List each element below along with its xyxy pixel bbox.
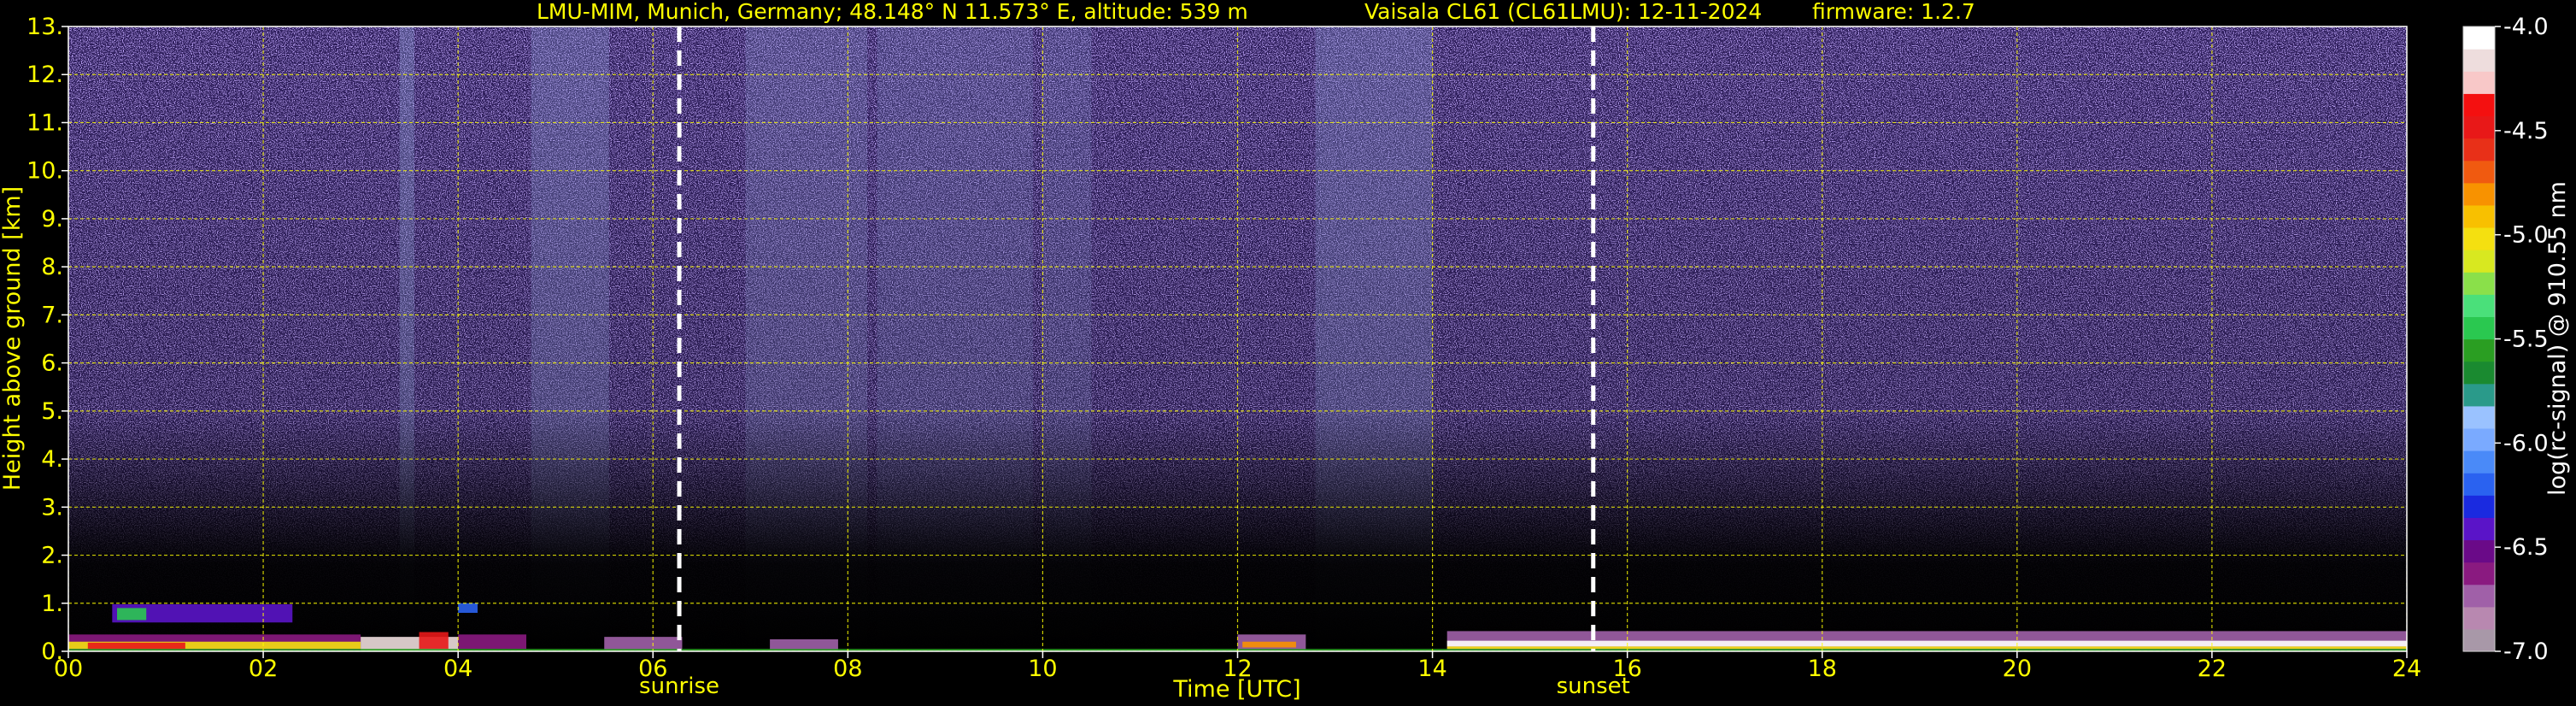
cloud-layer — [458, 603, 478, 614]
cloud-layer — [419, 632, 449, 650]
colorbar-segment — [2463, 160, 2495, 184]
colorbar-segment — [2463, 584, 2495, 608]
y-tick-label: 12. — [26, 62, 63, 88]
colorbar-tick-label: -4.0 — [2503, 14, 2549, 40]
colorbar-segment — [2463, 606, 2495, 630]
y-tick-label: 6. — [41, 350, 63, 377]
colorbar-segment — [2463, 316, 2495, 340]
colorbar-segment — [2463, 182, 2495, 206]
x-tick-label: 18 — [1808, 656, 1837, 682]
ceilometer-figure: LMU-MIM, Munich, Germany; 48.148° N 11.5… — [0, 0, 2571, 703]
colorbar-segment — [2463, 115, 2495, 139]
colorbar-segment — [2463, 628, 2495, 652]
colorbar-segment — [2463, 250, 2495, 273]
x-tick-label: 10 — [1028, 656, 1057, 682]
y-tick-label: 2. — [41, 543, 63, 569]
y-tick-label: 1. — [41, 591, 63, 617]
y-tick-label: 3. — [41, 494, 63, 521]
x-tick-label: 04 — [443, 656, 472, 682]
y-tick-label: 11. — [26, 109, 63, 136]
colorbar-segment — [2463, 26, 2495, 50]
colorbar-segment — [2463, 49, 2495, 72]
chart-title-station: LMU-MIM, Munich, Germany; 48.148° N 11.5… — [537, 0, 1248, 24]
colorbar-tick-label: -5.5 — [2503, 327, 2549, 353]
cloud-layer — [1446, 640, 2407, 647]
colorbar-tick-label: -6.5 — [2503, 534, 2549, 561]
cloud-layer — [458, 634, 526, 650]
sun-marker-label: sunrise — [639, 674, 719, 699]
colorbar-segment — [2463, 539, 2495, 563]
colorbar-segment — [2463, 272, 2495, 295]
y-tick-label: 8. — [41, 254, 63, 280]
colorbar-tick-label: -4.5 — [2503, 118, 2549, 144]
cloud-layer — [1446, 646, 2407, 650]
y-tick-label: 4. — [41, 446, 63, 473]
y-tick-label: 9. — [41, 206, 63, 232]
colorbar-ticks: -4.0 -4.5 -5.0 -5.5 -6.0 -6.5 -7.0 — [2495, 14, 2549, 665]
colorbar-segment — [2463, 427, 2495, 451]
sun-marker-labels: sunrise sunset — [639, 674, 1630, 699]
x-tick-label: 14 — [1417, 656, 1446, 682]
x-axis-label: Time [UTC] — [1172, 676, 1300, 703]
colorbar-segment — [2463, 473, 2495, 496]
cloud-layer — [1242, 641, 1296, 648]
y-axis-label: Height above ground [km] — [0, 186, 26, 491]
chart-title-instrument: Vaisala CL61 (CL61LMU): 12-11-2024 — [1364, 0, 1762, 24]
chart-title-firmware: firmware: 1.2.7 — [1812, 0, 1975, 24]
x-tick-label: 02 — [249, 656, 278, 682]
x-tick-label: 20 — [2003, 656, 2032, 682]
cloud-layer — [770, 638, 838, 650]
colorbar-segment — [2463, 138, 2495, 162]
colorbar-segment — [2463, 294, 2495, 317]
x-tick-label: 24 — [2392, 656, 2421, 682]
colorbar-segment — [2463, 495, 2495, 518]
colorbar-segment — [2463, 227, 2495, 250]
y-tick-label: 13. — [26, 14, 63, 40]
colorbar-segment — [2463, 338, 2495, 362]
colorbar-tick-label: -7.0 — [2503, 638, 2549, 665]
colorbar — [2463, 26, 2495, 652]
cloud-layer — [87, 642, 185, 650]
colorbar-tick-label: -5.0 — [2503, 222, 2549, 249]
x-tick-label: 08 — [833, 656, 862, 682]
colorbar-segment — [2463, 383, 2495, 407]
plot-area — [68, 26, 2407, 651]
y-tick-label: 7. — [41, 302, 63, 328]
colorbar-segment — [2463, 93, 2495, 117]
cloud-layer — [117, 608, 147, 621]
colorbar-segment — [2463, 517, 2495, 541]
x-tick-label: 22 — [2198, 656, 2227, 682]
colorbar-segment — [2463, 405, 2495, 429]
y-tick-label: 10. — [26, 158, 63, 185]
sun-marker-label: sunset — [1557, 674, 1630, 699]
colorbar-segment — [2463, 71, 2495, 94]
colorbar-tick-label: -6.0 — [2503, 430, 2549, 456]
y-axis-ticks: 0. 1. 2. 3. 4. 5. 6. 7. 8. 9. 10. 11. 12. 13. — [26, 14, 68, 665]
colorbar-segment — [2463, 562, 2495, 585]
colorbar-label: log(rc-signal) @ 910.55 nm — [2544, 181, 2571, 496]
colorbar-segment — [2463, 361, 2495, 385]
colorbar-segment — [2463, 450, 2495, 474]
y-tick-label: 0. — [41, 638, 63, 665]
y-tick-label: 5. — [41, 398, 63, 425]
colorbar-segment — [2463, 204, 2495, 228]
